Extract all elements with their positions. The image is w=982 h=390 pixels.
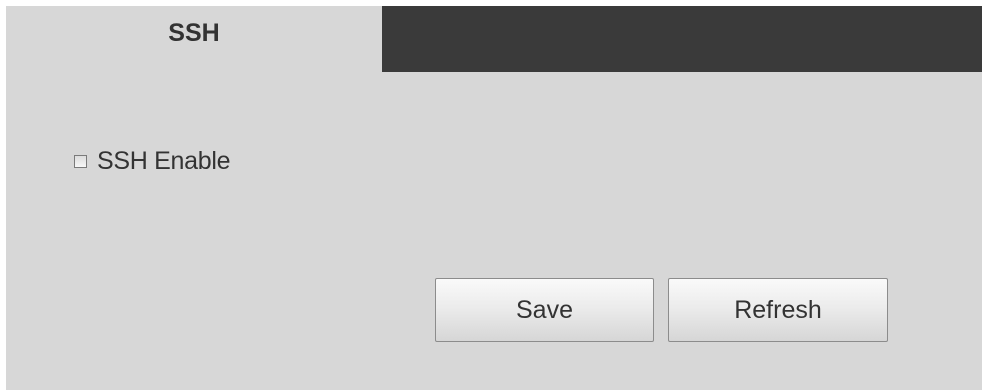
ssh-enable-checkbox[interactable] [74, 154, 87, 168]
ssh-enable-row[interactable]: SSH Enable [74, 145, 231, 177]
save-button[interactable]: Save [435, 278, 654, 342]
tab-ssh-label: SSH [168, 18, 220, 47]
refresh-button-label: Refresh [734, 295, 822, 324]
ssh-enable-label[interactable]: SSH Enable [97, 147, 231, 176]
save-button-label: Save [516, 295, 573, 324]
ssh-settings-panel: SSH SSH Enable Save Refresh [6, 6, 982, 390]
tab-ssh[interactable]: SSH [6, 6, 382, 72]
tab-strip [382, 6, 982, 72]
refresh-button[interactable]: Refresh [668, 278, 888, 342]
